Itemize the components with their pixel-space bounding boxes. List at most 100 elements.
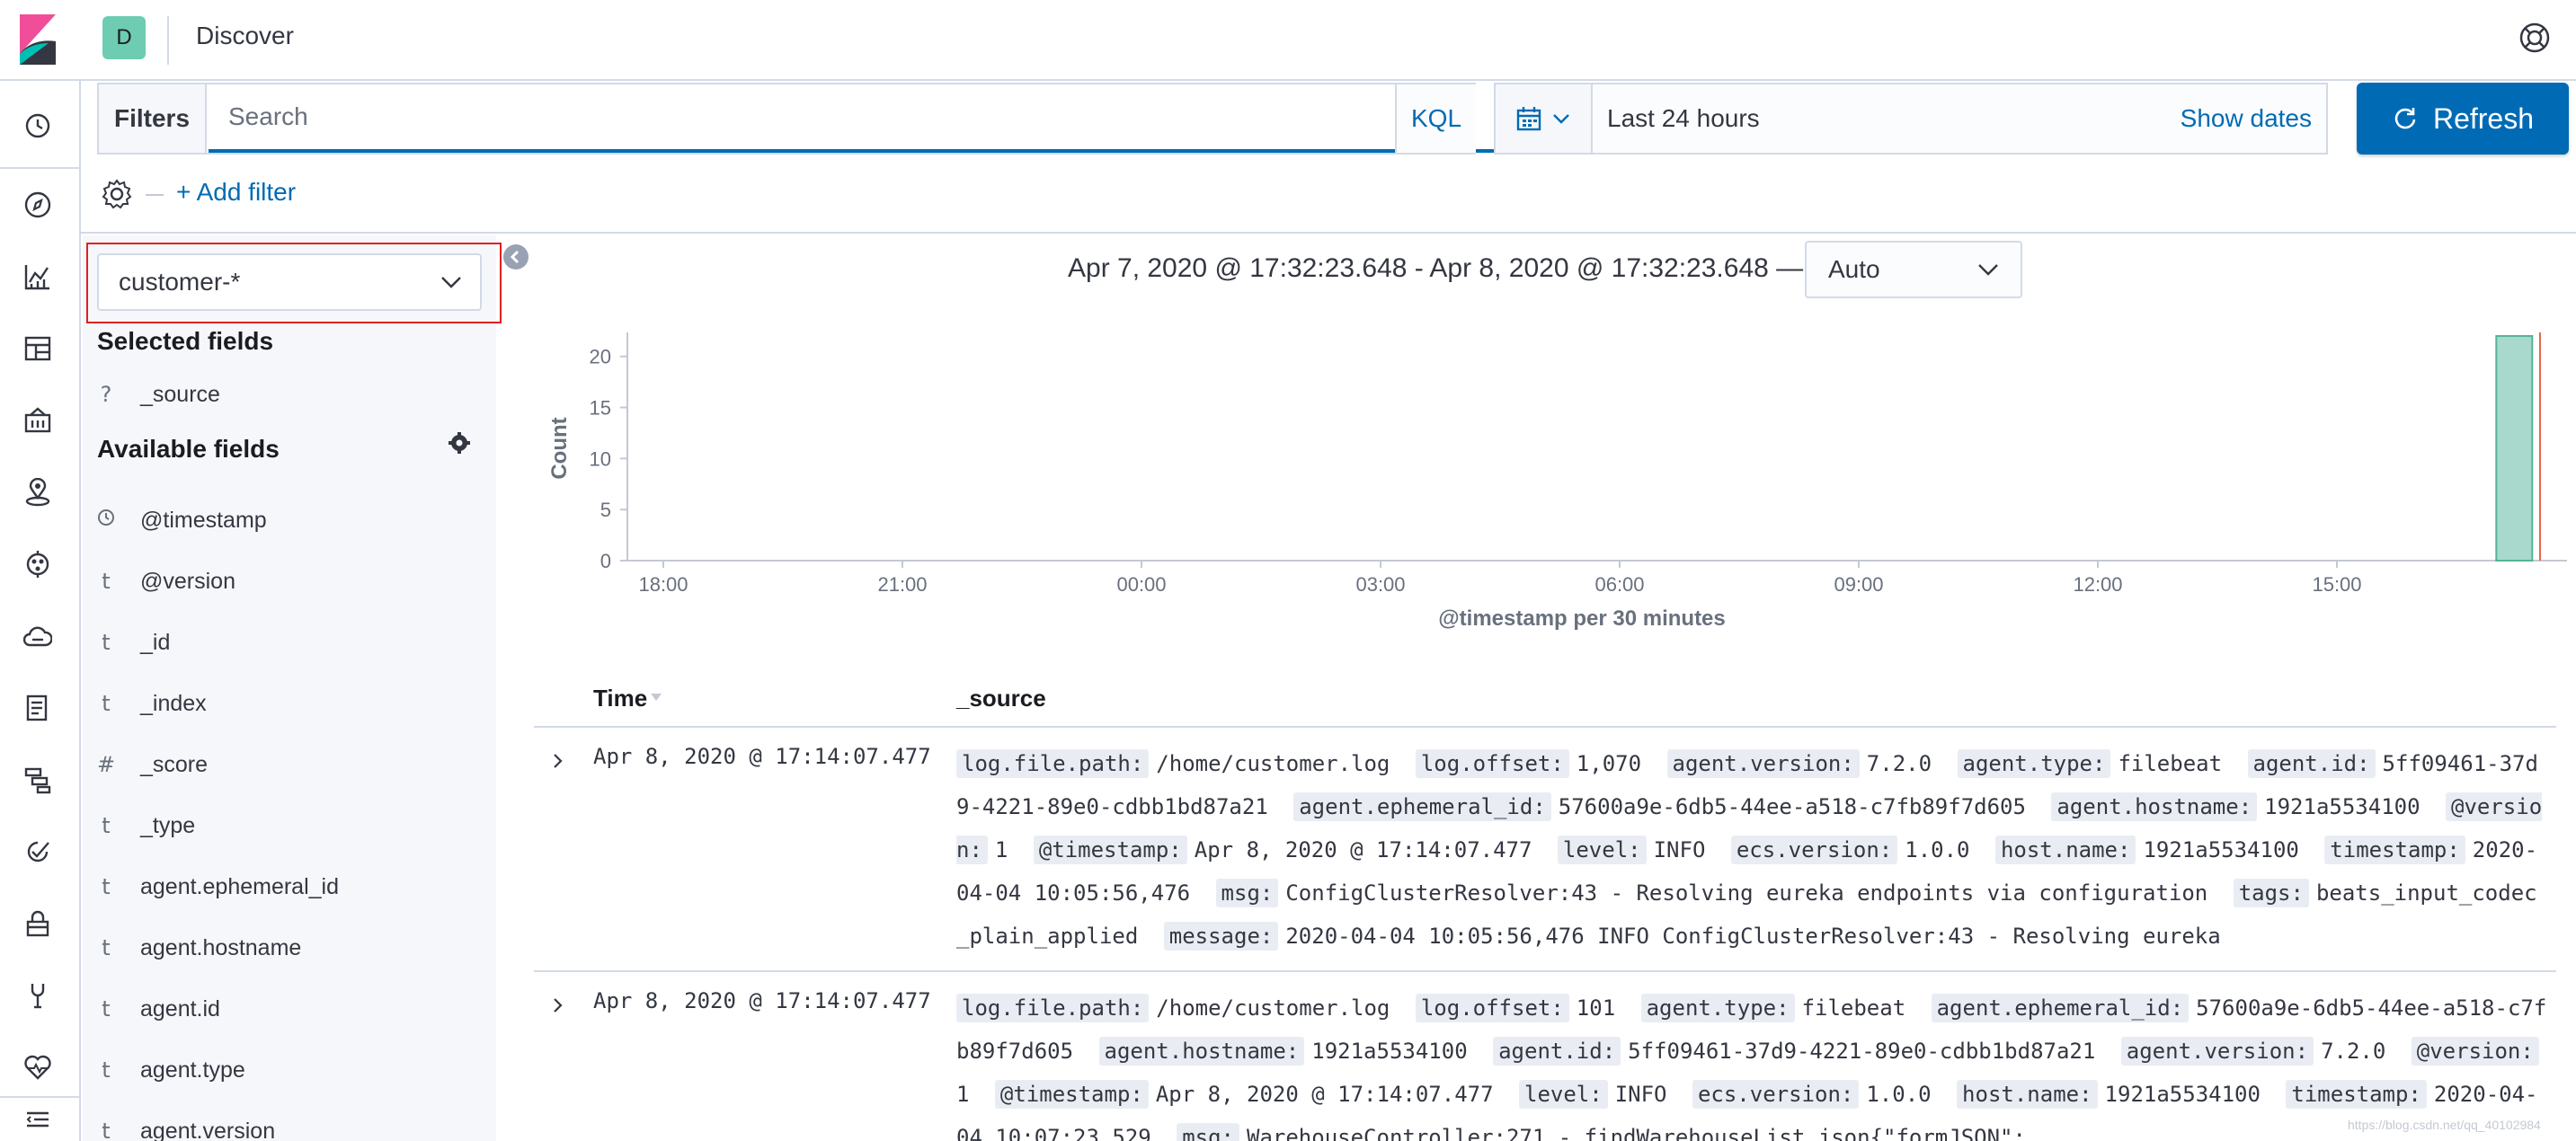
index-pattern-select[interactable]: customer-* <box>97 253 482 311</box>
source-field-value: 1,070 <box>1576 751 1642 776</box>
source-field: agent.version: 7.2.0 <box>2120 1037 2399 1066</box>
kql-button[interactable]: KQL <box>1395 84 1476 153</box>
column-header-time[interactable]: Time <box>593 685 647 712</box>
field-item[interactable]: ? _source <box>83 372 496 417</box>
discover-icon[interactable] <box>18 185 58 225</box>
field-item[interactable]: t agent.hostname <box>83 925 496 970</box>
source-field-key: host.name: <box>1957 1080 2098 1109</box>
space-avatar[interactable]: D <box>102 16 146 59</box>
x-axis-title: @timestamp per 30 minutes <box>1438 606 1726 631</box>
side-nav <box>0 81 81 1141</box>
field-item[interactable]: t _type <box>83 803 496 848</box>
source-field-value: 1921a5534100 <box>2264 794 2421 819</box>
field-item[interactable]: t agent.type <box>83 1048 496 1092</box>
dashboard-icon[interactable] <box>18 329 58 368</box>
siem-lock-icon[interactable] <box>18 904 58 943</box>
source-field: agent.ephemeral_id: 57600a9e-6db5-44ee-a5… <box>1293 792 2039 821</box>
maps-icon[interactable] <box>18 473 58 512</box>
source-field: agent.hostname: 1921a5534100 <box>2051 792 2432 821</box>
field-item[interactable]: @timestamp <box>83 498 496 543</box>
source-field-key: timestamp: <box>2324 836 2465 864</box>
source-field: ecs.version: 1.0.0 <box>1730 836 1983 864</box>
source-field: agent.hostname: 1921a5534100 <box>1098 1037 1480 1066</box>
field-item[interactable]: t agent.ephemeral_id <box>83 864 496 909</box>
kibana-logo-icon[interactable] <box>20 14 56 65</box>
source-field-value: 57600a9e-6db5-44ee-a518-c7fb89f7d605 <box>1558 794 2026 819</box>
source-field-key: agent.version: <box>1666 749 1860 778</box>
filter-separator <box>146 194 164 196</box>
apm-icon[interactable] <box>18 760 58 800</box>
source-field-key: agent.id: <box>2247 749 2376 778</box>
field-type-icon: t <box>102 1057 111 1083</box>
chevron-down-icon <box>1978 264 1998 276</box>
source-field-value: 1.0.0 <box>1866 1082 1932 1107</box>
collapse-nav-icon[interactable] <box>18 1100 58 1139</box>
row-time: Apr 8, 2020 @ 17:14:07.477 <box>593 744 931 769</box>
header-divider <box>167 16 169 65</box>
source-field: host.name: 1921a5534100 <box>1957 1080 2273 1109</box>
field-name: _score <box>140 751 209 777</box>
field-item[interactable]: t @version <box>83 559 496 604</box>
canvas-icon[interactable] <box>18 401 58 440</box>
y-tick-label: 10 <box>590 447 611 470</box>
field-item[interactable]: t _index <box>83 681 496 726</box>
chevron-down-icon <box>1553 114 1569 124</box>
dev-tools-icon[interactable] <box>18 976 58 1015</box>
source-field-value: 101 <box>1576 995 1616 1021</box>
y-tick-label: 15 <box>590 397 611 420</box>
help-icon[interactable] <box>2517 20 2553 56</box>
histogram-bar[interactable] <box>2495 335 2534 562</box>
source-field-value: 1 <box>956 1082 970 1107</box>
field-item[interactable]: t agent.version <box>83 1109 496 1141</box>
source-field-key: agent.version: <box>2120 1037 2314 1066</box>
collapse-sidebar-icon[interactable] <box>503 244 529 270</box>
source-field-key: msg: <box>1177 1123 1239 1141</box>
monitoring-heart-icon[interactable] <box>18 1048 58 1087</box>
page-title: Discover <box>196 22 294 49</box>
uptime-icon[interactable] <box>18 832 58 871</box>
source-field-value: 1921a5534100 <box>2104 1082 2261 1107</box>
interval-select[interactable]: Auto <box>1805 241 2022 298</box>
visualize-icon[interactable] <box>18 257 58 296</box>
add-filter-button[interactable]: + Add filter <box>176 178 296 207</box>
date-range-text[interactable]: Last 24 hours <box>1607 104 1760 133</box>
field-type-icon: t <box>102 1119 111 1141</box>
source-field-value: /home/customer.log <box>1156 995 1390 1021</box>
field-name: _source <box>140 381 220 407</box>
recently-viewed-icon[interactable] <box>18 106 58 146</box>
show-dates-link[interactable]: Show dates <box>2181 104 2312 133</box>
field-item[interactable]: t _id <box>83 620 496 665</box>
quick-menu-button[interactable] <box>1496 84 1593 153</box>
field-item[interactable]: t agent.id <box>83 986 496 1031</box>
expand-row-icon[interactable] <box>546 749 570 773</box>
histogram-chart: 0 5 10 15 20 18:00 21:00 00:00 03:00 06:00 09:00 12… <box>547 332 2567 631</box>
y-tick-label: 5 <box>600 499 611 521</box>
sort-caret-icon[interactable] <box>651 694 662 701</box>
machine-learning-icon[interactable] <box>18 544 58 584</box>
source-field: message: 2020-04-04 10:05:56,476 INFO Con… <box>1163 922 2234 951</box>
source-field: agent.version: 7.2.0 <box>1666 749 1945 778</box>
calendar-icon <box>1516 107 1541 131</box>
logs-icon[interactable] <box>18 688 58 728</box>
source-field: agent.id: 5ff09461-37d9-4221-89e0-cdbb1bd… <box>1493 1037 2108 1066</box>
index-pattern-highlight: customer-* <box>86 243 502 323</box>
infrastructure-icon[interactable] <box>18 616 58 656</box>
filter-bar: + Add filter <box>81 162 2576 234</box>
y-tick-label: 0 <box>600 550 611 572</box>
field-type-icon: t <box>102 630 111 655</box>
source-field: ecs.version: 1.0.0 <box>1692 1080 1944 1109</box>
source-field-value: Apr 8, 2020 @ 17:14:07.477 <box>1194 837 1532 862</box>
gear-icon[interactable] <box>448 431 471 455</box>
x-tick-label: 09:00 <box>1834 573 1883 596</box>
source-field: log.offset: 1,070 <box>1415 749 1654 778</box>
source-field-value: 7.2.0 <box>1866 751 1932 776</box>
refresh-button[interactable]: Refresh <box>2357 83 2569 155</box>
refresh-icon <box>2394 108 2416 129</box>
field-item[interactable]: # _score <box>83 742 496 787</box>
gear-icon[interactable] <box>101 178 133 210</box>
header-divider <box>534 726 2556 728</box>
x-tick-label: 15:00 <box>2312 573 2361 596</box>
expand-row-icon[interactable] <box>546 994 570 1017</box>
search-input[interactable] <box>209 84 1496 153</box>
nav-divider <box>0 167 79 169</box>
